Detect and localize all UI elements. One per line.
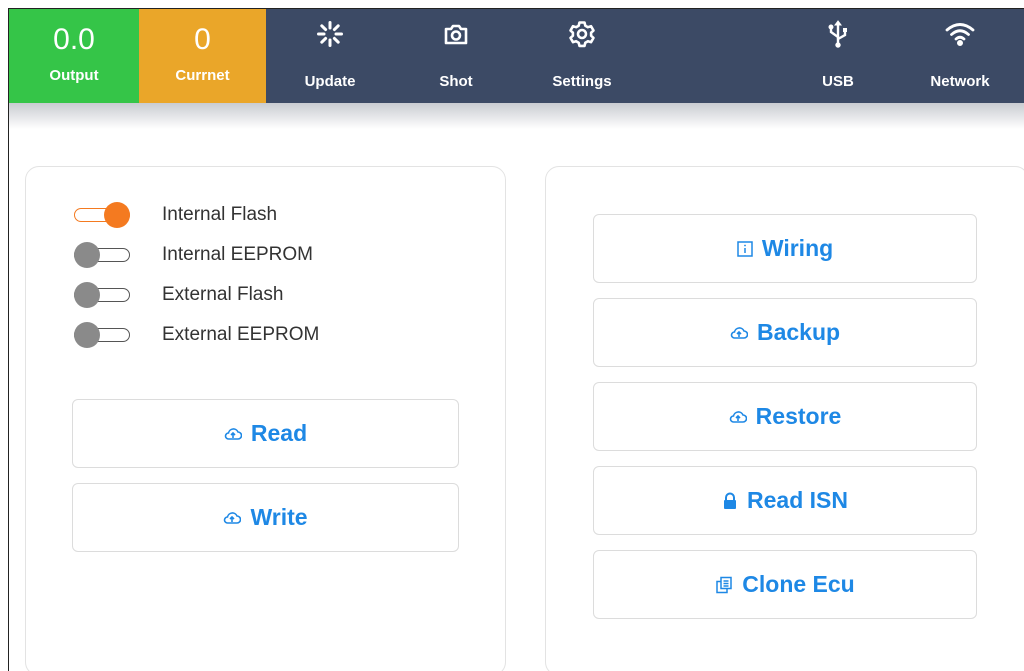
backup-label: Backup [756,319,841,345]
toggle-external-flash[interactable]: External Flash [74,280,283,310]
current-meter: 0 Currnet [139,9,266,103]
wiring-label: Wiring [761,235,834,261]
cloud-upload-icon [224,427,242,441]
write-button[interactable]: Write [72,483,459,552]
backup-button[interactable]: Backup [593,298,977,367]
output-value: 0.0 [53,23,95,56]
toggle-internal-flash[interactable]: Internal Flash [74,200,277,230]
toggle-switch[interactable] [74,282,134,308]
output-meter: 0.0 Output [9,9,139,103]
toggle-switch[interactable] [74,202,134,228]
restore-button[interactable]: Restore [593,382,977,451]
current-label: Currnet [175,67,230,84]
clone-ecu-label: Clone Ecu [742,571,855,597]
info-icon [737,240,753,257]
cloud-upload-icon [730,326,748,340]
wiring-button[interactable]: Wiring [593,214,977,283]
current-value: 0 [194,23,211,56]
camera-icon [441,19,471,49]
write-label: Write [250,504,308,530]
cloud-upload-icon [223,511,242,525]
network-label: Network [930,73,990,90]
toggle-label: Internal EEPROM [162,244,313,265]
toggle-switch[interactable] [74,322,134,348]
usb-icon [823,19,853,49]
shot-label: Shot [439,73,473,90]
copy-icon [715,576,733,594]
read-isn-button[interactable]: Read ISN [593,466,977,535]
settings-button[interactable]: Settings [527,9,637,103]
memory-panel: Internal Flash Internal EEPROM External … [25,166,506,671]
read-button[interactable]: Read [72,399,459,468]
toggle-label: External EEPROM [162,324,320,345]
settings-label: Settings [552,73,612,90]
read-isn-label: Read ISN [747,487,848,513]
update-button[interactable]: Update [275,9,385,103]
read-label: Read [250,420,308,446]
gear-icon [567,19,597,49]
toggle-label: Internal Flash [162,204,278,225]
usb-button[interactable]: USB [783,9,893,103]
usb-label: USB [822,73,854,90]
lock-icon [722,492,738,510]
toggle-external-eeprom[interactable]: External EEPROM [74,320,319,350]
top-bar: 0.0 Output 0 Currnet Update Shot Setting… [9,9,1024,103]
app-window: 0.0 Output 0 Currnet Update Shot Setting… [8,8,1024,671]
toggle-internal-eeprom[interactable]: Internal EEPROM [74,240,313,270]
spinner-icon [315,19,345,49]
cloud-upload-icon [729,410,747,424]
clone-ecu-button[interactable]: Clone Ecu [593,550,977,619]
toggle-switch[interactable] [74,242,134,268]
restore-label: Restore [755,403,842,429]
update-label: Update [304,73,356,90]
actions-panel: Wiring Backup Restore Read ISN Clone Ecu [545,166,1024,671]
shot-button[interactable]: Shot [401,9,511,103]
output-label: Output [49,67,99,84]
wifi-icon [945,19,975,49]
network-button[interactable]: Network [905,9,1015,103]
toggle-label: External Flash [162,284,284,305]
header-shadow [9,103,1024,129]
